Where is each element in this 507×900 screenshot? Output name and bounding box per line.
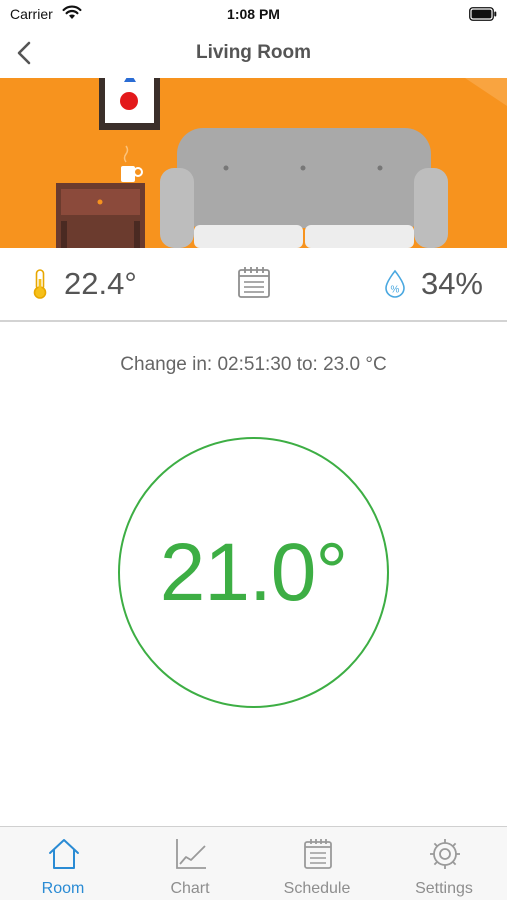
schedule-change-text: Change in: 02:51:30 to: 23.0 °C xyxy=(120,354,387,375)
thermometer-icon xyxy=(33,269,47,299)
tab-settings[interactable]: Settings xyxy=(381,827,507,900)
gear-icon xyxy=(430,839,460,869)
tab-settings-label: Settings xyxy=(415,880,473,897)
tab-schedule[interactable]: Schedule xyxy=(254,827,380,900)
svg-text:%: % xyxy=(391,285,400,296)
home-icon xyxy=(49,839,79,869)
status-bar: Carrier 1:08 PM xyxy=(0,0,507,30)
chart-icon xyxy=(176,839,206,869)
current-temperature: 22.4° xyxy=(30,262,137,306)
living-room-scene-icon xyxy=(0,78,507,248)
tab-room-label: Room xyxy=(41,880,85,897)
stats-row: 22.4° % 34% xyxy=(0,248,507,322)
tab-room[interactable]: Room xyxy=(0,827,126,900)
room-illustration xyxy=(0,78,507,248)
setpoint-value: 21.0° xyxy=(159,526,348,618)
calendar-icon xyxy=(304,839,332,869)
tab-chart[interactable]: Chart xyxy=(127,827,253,900)
calendar-icon xyxy=(238,267,270,298)
schedule-shortcut[interactable] xyxy=(236,265,272,301)
tab-schedule-label: Schedule xyxy=(283,880,351,897)
page-title: Living Room xyxy=(195,42,312,63)
humidity-drop-icon: % xyxy=(385,269,405,298)
humidity-value: 34% xyxy=(420,266,483,301)
battery-icon xyxy=(469,7,497,21)
tab-chart-label: Chart xyxy=(170,880,210,897)
tab-bar: Room Chart Schedule Settings xyxy=(0,826,507,900)
setpoint-dial[interactable]: 21.0° xyxy=(118,437,389,708)
clock: 1:08 PM xyxy=(227,6,280,22)
navigation-bar: Living Room xyxy=(0,30,507,78)
current-humidity: % 34% xyxy=(383,262,483,306)
temperature-value: 22.4° xyxy=(64,266,137,301)
